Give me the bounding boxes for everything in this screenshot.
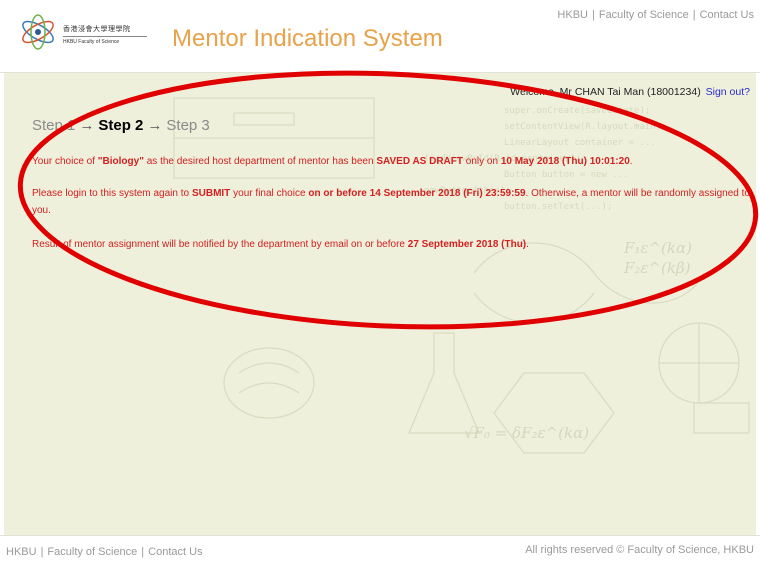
main-content: super.onCreate(savedState); setContentVi… xyxy=(4,73,756,535)
result-notification-message: Result of mentor assignment will be noti… xyxy=(32,236,750,253)
link-faculty-of-science[interactable]: Faculty of Science xyxy=(599,9,689,21)
footer-link-faculty-of-science[interactable]: Faculty of Science xyxy=(47,546,137,558)
submit-keyword: SUBMIT xyxy=(191,188,231,199)
step-1-label: Step 1 xyxy=(32,117,76,134)
draft-status: SAVED AS DRAFT xyxy=(376,156,463,167)
message-text: as the desired host department of mentor… xyxy=(143,156,377,167)
link-contact-us[interactable]: Contact Us xyxy=(700,9,754,21)
footer-link-contact-us[interactable]: Contact Us xyxy=(148,546,202,558)
message-text: Result of mentor assignment will be noti… xyxy=(32,239,408,250)
header-links: HKBU | Faculty of Science | Contact Us xyxy=(557,9,754,21)
submit-reminder-message: Please login to this system again to SUB… xyxy=(32,185,750,219)
message-text: your final choice xyxy=(230,188,309,199)
saved-timestamp: 10 May 2018 (Thu) 10:01:20 xyxy=(500,156,630,167)
welcome-text: Welcome, Mr CHAN Tai Man (18001234) xyxy=(510,86,701,98)
science-background-art: super.onCreate(savedState); setContentVi… xyxy=(173,97,750,454)
notification-date: 27 September 2018 (Thu) xyxy=(407,239,527,250)
footer-link-hkbu[interactable]: HKBU xyxy=(6,546,37,558)
step-2-label: Step 2 xyxy=(98,117,144,134)
svg-text:F₂ε^(kβ): F₂ε^(kβ) xyxy=(623,259,691,277)
signout-link[interactable]: Sign out? xyxy=(706,86,750,98)
logo-divider xyxy=(63,36,147,37)
message-text: . xyxy=(629,156,633,167)
step-indicator: Step 1 → Step 2 → Step 3 xyxy=(32,117,210,134)
svg-text:super.onCreate(savedState);: super.onCreate(savedState); xyxy=(504,106,650,116)
message-text: Your choice of xyxy=(32,156,98,167)
message-text: only on xyxy=(463,156,501,167)
separator: | xyxy=(40,546,44,558)
logo-english-text: HKBU Faculty of Science xyxy=(63,39,120,45)
separator: | xyxy=(141,546,145,558)
step-arrow: → xyxy=(79,117,95,134)
footer-links: HKBU | Faculty of Science | Contact Us xyxy=(6,546,203,558)
step-3-label: Step 3 xyxy=(166,117,210,134)
page-footer: HKBU | Faculty of Science | Contact Us All r… xyxy=(0,535,760,563)
svg-text:Button button = new ...: Button button = new ... xyxy=(504,170,629,180)
app-title: Mentor Indication System xyxy=(172,25,443,52)
department-name: "Biology" xyxy=(97,156,144,167)
svg-text:setContentView(R.layout.main);: setContentView(R.layout.main); xyxy=(504,122,667,132)
separator: | xyxy=(692,9,696,21)
draft-saved-message: Your choice of "Biology" as the desired … xyxy=(32,153,750,170)
copyright-text: All rights reserved © Faculty of Science… xyxy=(525,544,754,556)
step-arrow: → xyxy=(147,117,163,134)
svg-text:√F₀ = δF₂ε^(kα): √F₀ = δF₂ε^(kα) xyxy=(464,424,589,442)
submission-deadline: on or before 14 September 2018 (Fri) 23:… xyxy=(308,188,526,199)
faculty-logo-icon xyxy=(22,14,54,50)
svg-text:LinearLayout container = ...: LinearLayout container = ... xyxy=(504,138,656,148)
welcome-bar: Welcome, Mr CHAN Tai Man (18001234) Sign… xyxy=(510,86,750,98)
message-text: . xyxy=(526,239,529,250)
link-hkbu[interactable]: HKBU xyxy=(557,9,588,21)
page-header: 香港浸會大學理學院 HKBU Faculty of Science Mentor… xyxy=(0,0,760,73)
separator: | xyxy=(591,9,595,21)
message-text: Please login to this system again to xyxy=(32,188,192,199)
logo-chinese-text: 香港浸會大學理學院 xyxy=(63,25,131,33)
